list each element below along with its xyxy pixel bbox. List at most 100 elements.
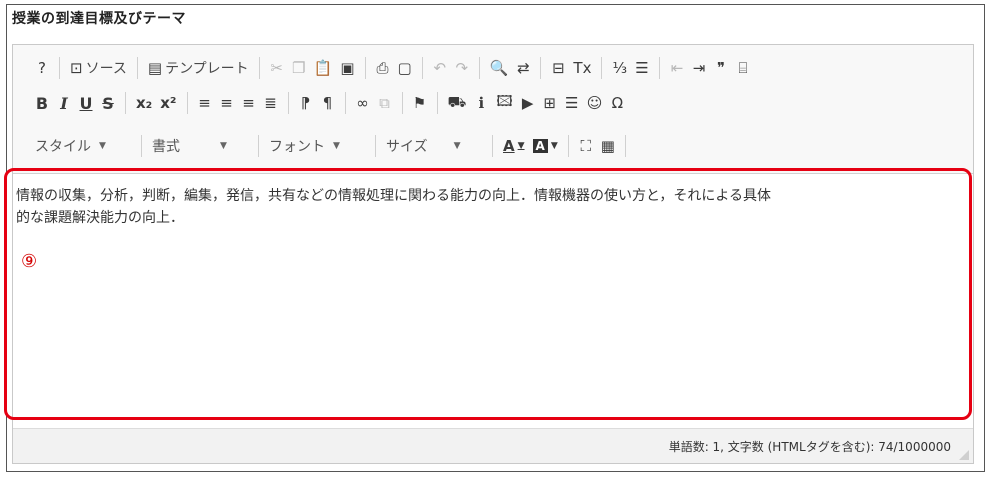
indent-button[interactable]: ⇥	[688, 55, 710, 81]
copy-button[interactable]: ❐	[288, 55, 310, 81]
editor-content-area[interactable]: 情報の収集，分析，判断，編集，発信，共有などの情報処理に関わる能力の向上．情報機…	[13, 175, 973, 425]
toolbar-separator	[401, 92, 403, 114]
link-button[interactable]: ∞	[352, 90, 374, 116]
table-icon: ⊞	[543, 94, 556, 112]
align-center-icon: ≡	[220, 94, 233, 112]
background-color-icon: A	[532, 139, 548, 153]
resize-grip-icon[interactable]	[959, 450, 969, 460]
template-button[interactable]: ▤ テンプレート	[144, 55, 253, 81]
source-label: ソース	[85, 61, 127, 77]
chevron-down-icon: ▼	[99, 141, 106, 151]
find-button[interactable]: 🔍	[486, 55, 513, 81]
page-break-button[interactable]: ⊟	[547, 55, 569, 81]
style-combo[interactable]: スタイル ▼	[31, 133, 135, 159]
toolbar-separator	[601, 57, 603, 79]
remove-format-icon: Tx	[573, 59, 592, 77]
text-color-button[interactable]: A ▼	[499, 133, 529, 159]
image-button[interactable]: 🖾	[492, 90, 516, 116]
align-left-icon: ≡	[198, 94, 211, 112]
rtl-icon: ¶	[322, 94, 333, 112]
bold-button[interactable]: B	[31, 90, 53, 116]
page-break-icon: ⊟	[552, 59, 565, 77]
table-button[interactable]: ⊞	[539, 90, 561, 116]
text-color-icon: A	[503, 137, 515, 155]
align-left-button[interactable]: ≡	[194, 90, 216, 116]
size-combo[interactable]: サイズ ▼	[382, 133, 486, 159]
font-combo[interactable]: フォント ▼	[265, 133, 369, 159]
video-button[interactable]: ▶	[517, 90, 539, 116]
toolbar-separator	[624, 135, 626, 157]
italic-icon: I	[60, 93, 68, 113]
ltr-button[interactable]: ⁋	[295, 90, 317, 116]
redo-button[interactable]: ↷	[451, 55, 473, 81]
align-justify-icon: ≣	[264, 94, 277, 112]
toolbar-separator	[344, 92, 346, 114]
image-icon: 🖾	[496, 91, 513, 110]
strikethrough-button[interactable]: S	[97, 90, 119, 116]
show-blocks-button[interactable]: ▦	[597, 133, 619, 159]
rtl-button[interactable]: ¶	[317, 90, 339, 116]
cut-button[interactable]: ✂	[266, 55, 288, 81]
smiley-button[interactable]: ☺	[583, 90, 607, 116]
cart-icon: ⛟	[447, 93, 467, 111]
help-icon: ?	[38, 59, 46, 77]
chevron-down-icon: ▼	[550, 141, 558, 151]
info-icon: ℹ	[478, 94, 485, 112]
editor-status-bar: 単語数: 1, 文字数 (HTMLタグを含む): 74/1000000	[13, 428, 973, 463]
undo-icon: ↶	[433, 59, 447, 77]
toolbar-separator	[186, 92, 188, 114]
toolbar-row-3: スタイル ▼ 書式 ▼ フォント ▼ サイズ ▼ A ▼ A ▼ ⛶ ▦	[31, 129, 632, 163]
editor-toolbar: ? ⊡ ソース ▤ テンプレート ✂ ❐ 📋 ▣ ⎙ ▢ ↶ ↷ 🔍 ⇄ ⊟ Tx ⅓ ☰ ⇤ ⇥ ❞ ⌸ B I U Sx₂ x²…	[13, 45, 973, 174]
bulleted-list-icon: ☰	[635, 59, 649, 77]
italic-button[interactable]: I	[53, 90, 75, 116]
special-char-button[interactable]: Ω	[606, 90, 628, 116]
underline-button[interactable]: U	[75, 90, 97, 116]
anchor-button[interactable]: ⚑	[409, 90, 431, 116]
remove-format-button[interactable]: Tx	[569, 55, 595, 81]
paste-icon: 📋	[313, 59, 333, 77]
chevron-down-icon: ▼	[333, 141, 340, 151]
chevron-down-icon: ▼	[453, 141, 461, 151]
toolbar-separator	[478, 57, 480, 79]
format-combo[interactable]: 書式 ▼	[148, 133, 252, 159]
replace-icon: ⇄	[517, 59, 530, 77]
cart-button[interactable]: ⛟	[444, 90, 471, 116]
source-button[interactable]: ⊡ ソース	[66, 55, 131, 81]
subscript-button[interactable]: x₂	[132, 90, 156, 116]
format-combo-label: 書式	[152, 139, 180, 155]
horizontal-rule-button[interactable]: ☰	[561, 90, 583, 116]
field-title: 授業の到達目標及びテーマ	[12, 11, 186, 27]
replace-button[interactable]: ⇄	[512, 55, 534, 81]
smiley-icon: ☺	[586, 94, 603, 112]
paste-button[interactable]: 📋	[310, 55, 337, 81]
superscript-button[interactable]: x²	[156, 90, 180, 116]
toolbar-separator	[258, 57, 260, 79]
numbered-list-button[interactable]: ⅓	[608, 55, 631, 81]
unlink-icon: ⧉	[379, 94, 390, 112]
outdent-icon: ⇤	[670, 59, 684, 77]
maximize-button[interactable]: ⛶	[575, 133, 597, 159]
bulleted-list-button[interactable]: ☰	[631, 55, 653, 81]
print-button[interactable]: ⎙	[372, 55, 394, 81]
toolbar-separator	[567, 135, 569, 157]
undo-button[interactable]: ↶	[429, 55, 451, 81]
align-right-button[interactable]: ≡	[238, 90, 260, 116]
help-button[interactable]: ?	[31, 55, 53, 81]
align-justify-button[interactable]: ≣	[260, 90, 282, 116]
annotation-marker: ⑨	[21, 251, 38, 272]
preview-button[interactable]: ▢	[394, 55, 416, 81]
paste-text-button[interactable]: ▣	[336, 55, 358, 81]
indent-icon: ⇥	[692, 59, 706, 77]
blockquote-button[interactable]: ❞	[710, 55, 732, 81]
toolbar-separator	[287, 92, 289, 114]
outdent-button[interactable]: ⇤	[666, 55, 688, 81]
info-button[interactable]: ℹ	[470, 90, 492, 116]
content-line-1: 情報の収集，分析，判断，編集，発信，共有などの情報処理に関わる能力の向上．情報機…	[16, 188, 772, 204]
toolbar-separator	[659, 57, 661, 79]
div-button[interactable]: ⌸	[732, 55, 754, 81]
align-center-button[interactable]: ≡	[216, 90, 238, 116]
background-color-button[interactable]: A ▼	[529, 133, 562, 159]
copy-icon: ❐	[291, 59, 306, 77]
unlink-button[interactable]: ⧉	[374, 90, 396, 116]
source-icon: ⊡	[70, 59, 83, 77]
